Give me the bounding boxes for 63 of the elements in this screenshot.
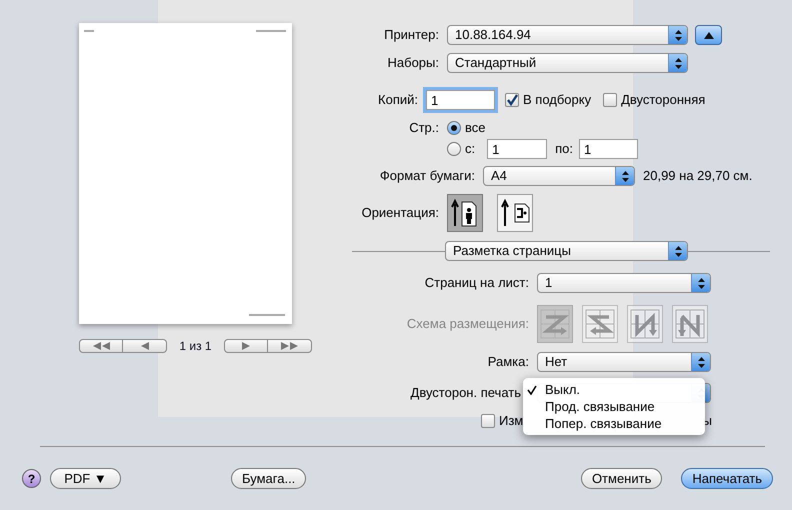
page-order-icon: [629, 308, 661, 340]
double-left-arrow-icon: [92, 342, 110, 350]
print-button[interactable]: Напечатать: [681, 468, 773, 489]
pages-per-sheet-popup[interactable]: 1: [537, 273, 711, 293]
from-page-field[interactable]: 1: [487, 139, 548, 159]
checkbox[interactable]: [481, 414, 495, 428]
section-popup[interactable]: Разметка страницы: [445, 241, 688, 261]
landscape-button[interactable]: [497, 194, 533, 232]
menu-item[interactable]: Прод. связывание: [523, 398, 705, 415]
portrait-button[interactable]: [447, 194, 483, 232]
stepper-arrows-icon: [668, 54, 687, 72]
paper-dimensions: 20,99 на 29,70 см.: [643, 167, 752, 186]
checkbox-label: ы: [702, 412, 712, 430]
right-arrow-icon: [242, 342, 250, 350]
field-label: Копий:: [377, 91, 419, 110]
page-counter: 1 из 1: [178, 338, 213, 355]
help-button[interactable]: ?: [22, 469, 41, 488]
pdf-button[interactable]: PDF ▼: [50, 468, 121, 489]
field-label: Стр.:: [408, 119, 440, 138]
stepper-arrows-icon: [691, 274, 710, 292]
previous-page-button[interactable]: [123, 339, 167, 353]
first-page-button[interactable]: [79, 339, 123, 353]
to-page-field[interactable]: 1: [579, 139, 638, 159]
checkbox-label: В подборку: [523, 91, 592, 110]
stepper-arrows-icon: [668, 26, 687, 44]
next-page-button[interactable]: [224, 339, 268, 353]
field-label: Ориентация:: [360, 204, 440, 222]
field-label: Схема размещения:: [406, 315, 530, 334]
field-label: Наборы:: [386, 54, 440, 72]
border-popup[interactable]: Нет: [537, 352, 711, 372]
disclosure-button[interactable]: [695, 25, 722, 45]
field-label: Страниц на лист:: [424, 274, 530, 292]
field-label: Принтер:: [383, 26, 440, 44]
checkbox[interactable]: [603, 93, 618, 107]
field-label: Формат бумаги:: [378, 167, 476, 186]
left-arrow-icon: [140, 342, 148, 350]
field-label: Двусторон. печать: [410, 384, 521, 402]
checkbox-label: Двусторонняя: [621, 91, 706, 110]
landscape-page-icon: [499, 198, 531, 228]
stepper-arrows-icon: [691, 353, 710, 371]
last-page-button[interactable]: [268, 339, 312, 353]
radio-label: все: [465, 119, 486, 138]
triangle-icon: [704, 32, 714, 38]
field-label: по:: [555, 140, 574, 158]
printer-popup[interactable]: 10.88.164.94: [447, 25, 688, 45]
menu-item[interactable]: Выкл.: [523, 381, 705, 398]
stepper-arrows-icon: [668, 242, 687, 260]
copies-field[interactable]: 1: [426, 90, 495, 110]
menu-item[interactable]: Попер. связывание: [523, 415, 705, 432]
radio-dot-icon: [451, 125, 457, 131]
paper-size-popup[interactable]: A4: [483, 166, 635, 186]
page-order-icon: [674, 308, 706, 340]
paper-button[interactable]: Бумага...: [231, 468, 306, 489]
cancel-button[interactable]: Отменить: [580, 468, 662, 489]
presets-popup[interactable]: Стандартный: [447, 53, 688, 73]
checkbox-label: Изм: [499, 412, 524, 430]
stepper-arrows-icon: [615, 167, 634, 185]
page-order-icon: [539, 308, 571, 340]
checkbox[interactable]: [505, 93, 519, 107]
field-label: Рамка:: [486, 353, 530, 372]
page-order-icon: [584, 308, 616, 340]
radio-label: с:: [465, 140, 476, 158]
double-right-arrow-icon: [281, 342, 298, 350]
